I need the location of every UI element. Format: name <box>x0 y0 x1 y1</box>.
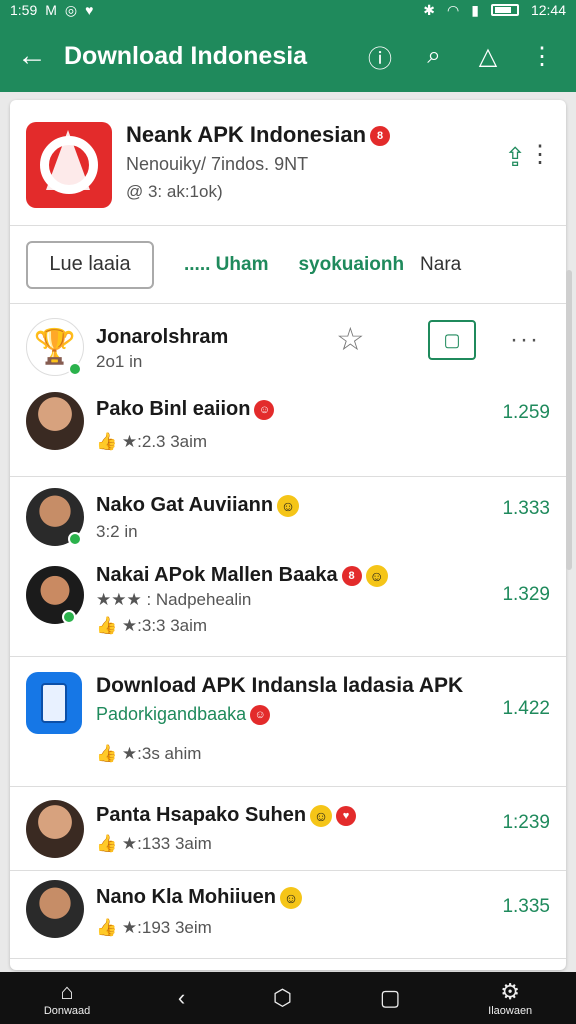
list-item-title: Jonarolshram <box>96 326 229 348</box>
list-item-count: 1:239 <box>502 812 550 833</box>
app-icon[interactable] <box>26 672 82 734</box>
info-icon[interactable]: ⓘ <box>366 39 394 74</box>
more-horiz-icon[interactable]: ··· <box>510 326 540 354</box>
nav-profile[interactable]: ⚙ Ilaowaen <box>488 979 532 1017</box>
online-indicator <box>68 362 82 376</box>
status-bar: 1:59 M ◎ ♥ ✱ ◠ ▮ 12:44 <box>0 0 576 20</box>
main-card: Neank APK Indonesian 8 Nenouiky/ 7indos. … <box>10 100 566 970</box>
bottom-nav: ⌂ Donwaad ‹ ⬡ ▢ ⚙ Ilaowaen <box>0 972 576 1024</box>
emoji-icon: ☺ <box>250 705 271 726</box>
more-vert-icon[interactable]: ⋮ <box>528 42 556 71</box>
tab-button-primary[interactable]: Lue laaia <box>26 240 154 289</box>
list-item-title: Nako Gat Auviiann ☺ <box>96 494 300 517</box>
list-item-sub: Padorkigandbaaka ☺ <box>96 704 271 726</box>
square-icon: ▢ <box>379 985 401 1010</box>
list-item-count: 1.259 <box>502 402 550 423</box>
circle-home-icon: ⬡ <box>272 985 293 1010</box>
badge-icon: 8 <box>370 126 391 147</box>
badge-icon: 8 <box>341 565 362 586</box>
gear-icon: ⚙ <box>500 979 521 1004</box>
list-item-sub: 3:2 in <box>96 522 138 541</box>
divider <box>10 870 566 871</box>
more-vert-icon[interactable]: ⋮ <box>528 140 552 169</box>
emoji-icon: ☺ <box>280 886 302 909</box>
list-item-sub: 2o1 in <box>96 352 143 371</box>
home-icon: ⌂ <box>60 979 74 1004</box>
avatar[interactable] <box>26 880 84 938</box>
star-outline-icon[interactable]: ☆ <box>336 320 365 358</box>
list-item-count: 1.422 <box>502 698 550 719</box>
avatar[interactable] <box>26 800 84 858</box>
app-bar: ← Download Indonesia ⓘ ⌕ △ ⋮ <box>0 20 576 92</box>
list-item-title: Pako Binl eaiion ☺ <box>96 398 275 421</box>
list-item-title: Nakai APok Mallen Baaka 8 ☺ <box>96 564 388 587</box>
tab-1[interactable]: ..... Uham <box>184 254 268 276</box>
list-item-sub: 👍 ★:2.3 3aim <box>96 432 208 451</box>
list-item-count: 1.333 <box>502 498 550 519</box>
app-developer: Nenouiky/ 7indos. 9NT <box>126 154 309 174</box>
online-indicator <box>68 532 82 546</box>
nav-back[interactable]: ‹ <box>178 985 185 1011</box>
divider <box>10 786 566 787</box>
list-item-title: Nano Kla Mohiiuen ☺ <box>96 886 302 909</box>
heart-icon: ♥ <box>85 2 94 18</box>
bluetooth-icon: ✱ <box>423 1 436 18</box>
notification-icon: ◎ <box>64 1 78 18</box>
online-indicator <box>62 610 76 624</box>
nav-recents[interactable]: ▢ <box>380 985 401 1011</box>
nav-home[interactable]: ⌂ Donwaad <box>44 979 90 1017</box>
signal-icon: ▮ <box>471 1 479 18</box>
page-title: Download Indonesia <box>64 41 308 70</box>
open-button[interactable]: ▢ <box>428 320 476 360</box>
divider <box>10 476 566 477</box>
tab-3[interactable]: Nara <box>420 254 461 276</box>
battery-icon <box>490 4 519 16</box>
heart-badge-icon: ♥ <box>336 805 357 826</box>
nav-center[interactable]: ⬡ <box>273 985 292 1011</box>
list-item-sub: 👍 ★:3s ahim <box>96 744 202 763</box>
gmail-icon: M <box>45 2 57 18</box>
thumb-up-icon: 👍 <box>96 744 118 763</box>
app-meta: @ 3: ak:1ok) <box>126 182 223 201</box>
tab-2[interactable]: syokuaionh <box>298 254 404 276</box>
list-item-count: 1.329 <box>502 584 550 605</box>
thumb-up-icon: 👍 <box>96 432 118 451</box>
list-item-count: 1.335 <box>502 896 550 917</box>
app-name: Neank APK Indonesian 8 <box>126 122 391 148</box>
list-item-sub: 👍 ★:133 3aim <box>96 834 212 853</box>
divider <box>10 958 566 959</box>
status-time-right: 12:44 <box>530 2 566 18</box>
app-header: Neank APK Indonesian 8 Nenouiky/ 7indos. … <box>10 100 566 226</box>
list-item-sub: 👍 ★:193 3eim <box>96 918 212 937</box>
tab-bar: Lue laaia ..... Uham syokuaionh Nara <box>10 226 566 304</box>
thumb-up-icon: 👍 <box>96 834 118 853</box>
search-icon[interactable]: ⌕ <box>420 42 448 70</box>
emoji-icon: ☺ <box>254 399 275 420</box>
list-item-title: Download APK Indansla ladasia APK <box>96 674 464 697</box>
share-icon[interactable]: ⇪ <box>504 142 526 173</box>
divider <box>10 656 566 657</box>
list-item-title: Panta Hsapako Suhen ☺ ♥ <box>96 804 357 827</box>
avatar[interactable] <box>26 392 84 450</box>
scrollbar[interactable] <box>566 270 572 570</box>
emoji-icon: ☺ <box>310 804 333 827</box>
emoji-icon: ☺ <box>277 494 300 517</box>
app-logo <box>26 122 112 208</box>
chevron-left-icon: ‹ <box>177 985 186 1010</box>
thumb-up-icon: 👍 <box>96 616 118 635</box>
thumb-up-icon: 👍 <box>96 918 118 937</box>
emoji-icon: ☺ <box>365 564 388 587</box>
list-item-sub: ★★★ : Nadpehealin <box>96 590 252 609</box>
wifi-icon: ◠ <box>447 1 460 18</box>
status-time-left: 1:59 <box>10 2 38 18</box>
back-arrow-icon[interactable]: ← <box>0 39 64 73</box>
triangle-icon[interactable]: △ <box>474 42 502 71</box>
list-item-sub: 👍 ★:3:3 3aim <box>96 616 208 635</box>
